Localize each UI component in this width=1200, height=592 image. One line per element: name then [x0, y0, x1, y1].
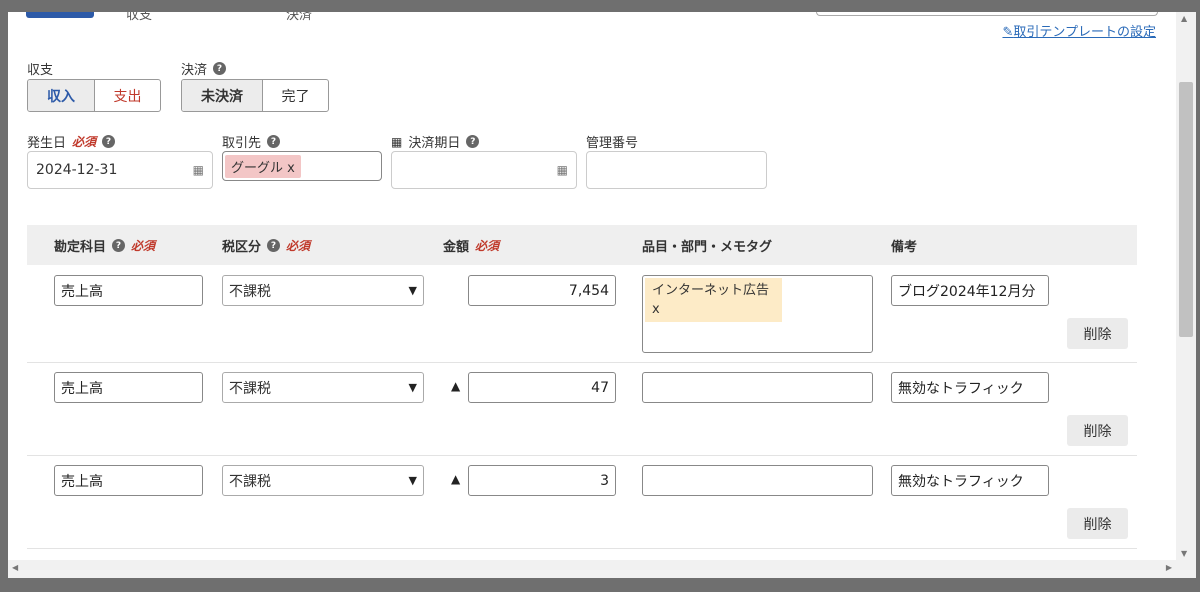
tags-input[interactable] — [642, 372, 873, 403]
help-icon[interactable]: ? — [267, 135, 281, 148]
calendar-icon[interactable]: ▦ — [193, 163, 204, 177]
unsettled-button[interactable]: 未決済 — [182, 80, 262, 111]
remarks-header: 備考 — [891, 240, 918, 255]
scroll-left-icon[interactable]: ◀ — [12, 563, 18, 572]
income-expense-toggle: 収入 支出 — [27, 79, 161, 112]
remarks-input[interactable]: 無効なトラフィック — [891, 372, 1049, 403]
template-settings-link[interactable]: ✎取引テンプレートの設定 — [1002, 21, 1156, 40]
settled-button[interactable]: 完了 — [262, 80, 328, 111]
tax-select[interactable]: 不課税 ▼ — [222, 372, 424, 403]
income-expense-label: 収支 — [27, 63, 54, 78]
due-date-label: ▦ 決済期日 ? — [391, 132, 480, 151]
horizontal-scrollbar[interactable]: ◀ ▶ — [8, 560, 1176, 578]
calendar-icon: ▦ — [391, 134, 403, 149]
delete-button[interactable]: 削除 — [1067, 415, 1128, 446]
partner-input[interactable]: グーグル x — [222, 151, 382, 181]
scroll-up-icon[interactable]: ▲ — [1181, 14, 1187, 23]
help-icon[interactable]: ? — [267, 239, 281, 252]
tax-select[interactable]: 不課税 ▼ — [222, 465, 424, 496]
tax-select[interactable]: 不課税 ▼ — [222, 275, 424, 306]
partner-tag[interactable]: グーグル x — [225, 154, 301, 178]
row-divider — [27, 455, 1137, 456]
delete-button[interactable]: 削除 — [1067, 508, 1128, 539]
scroll-thumb[interactable] — [1179, 82, 1193, 337]
row-divider — [27, 362, 1137, 363]
occurrence-date-input[interactable]: 2024-12-31 ▦ — [27, 151, 213, 189]
top-settlement-label: 決済 — [286, 12, 313, 23]
account-search-input-partial[interactable] — [816, 12, 1158, 16]
minus-indicator: ▲ — [451, 472, 461, 486]
management-number-input[interactable] — [586, 151, 767, 189]
help-icon[interactable]: ? — [102, 135, 116, 148]
settlement-toggle: 未決済 完了 — [181, 79, 329, 112]
calendar-icon[interactable]: ▦ — [557, 163, 568, 177]
minus-indicator: ▲ — [451, 379, 461, 393]
occurrence-date-label: 発生日 必須 ? — [27, 132, 116, 151]
delete-button[interactable]: 削除 — [1067, 318, 1128, 349]
row-divider — [27, 548, 1137, 549]
account-input[interactable]: 売上高 — [54, 275, 203, 306]
amount-input[interactable]: 3 — [468, 465, 616, 496]
management-number-label: 管理番号 — [586, 136, 639, 151]
remarks-input[interactable]: ブログ2024年12月分 — [891, 275, 1049, 306]
tags-input[interactable] — [642, 465, 873, 496]
top-income-expense-label: 収支 — [126, 12, 153, 23]
amount-input[interactable]: 47 — [468, 372, 616, 403]
account-input[interactable]: 売上高 — [54, 372, 203, 403]
remarks-input[interactable]: 無効なトラフィック — [891, 465, 1049, 496]
table-header — [27, 225, 1137, 265]
edit-icon: ✎ — [1002, 25, 1014, 40]
tax-header: 税区分 ? 必須 — [222, 239, 311, 255]
transaction-dialog: 収支 決済 ✎取引テンプレートの設定 収支 収入 支出 決済 ? 未決済 完了 … — [8, 12, 1176, 578]
income-button[interactable]: 収入 — [28, 80, 94, 111]
partner-label: 取引先 ? — [222, 132, 281, 151]
chevron-down-icon: ▼ — [408, 474, 417, 487]
primary-button-partial[interactable] — [26, 12, 94, 18]
tags-input[interactable]: インターネット広告 x — [642, 275, 873, 353]
scroll-down-icon[interactable]: ▼ — [1181, 549, 1187, 558]
memo-tag[interactable]: インターネット広告 x — [645, 278, 782, 322]
amount-header: 金額 必須 — [443, 239, 500, 255]
tags-header: 品目・部門・メモタグ — [642, 240, 773, 255]
help-icon[interactable]: ? — [213, 62, 227, 75]
chevron-down-icon: ▼ — [408, 284, 417, 297]
help-icon[interactable]: ? — [466, 135, 480, 148]
chevron-down-icon: ▼ — [408, 381, 417, 394]
account-input[interactable]: 売上高 — [54, 465, 203, 496]
expense-button[interactable]: 支出 — [94, 80, 160, 111]
amount-input[interactable]: 7,454 — [468, 275, 616, 306]
scroll-right-icon[interactable]: ▶ — [1166, 563, 1172, 572]
account-header: 勘定科目 ? 必須 — [54, 239, 156, 255]
top-strip: 収支 決済 — [8, 12, 1176, 23]
due-date-input[interactable]: ▦ — [391, 151, 577, 189]
vertical-scrollbar[interactable]: ▲ ▼ — [1176, 12, 1196, 578]
settlement-label: 決済 ? — [181, 59, 227, 78]
help-icon[interactable]: ? — [112, 239, 126, 252]
